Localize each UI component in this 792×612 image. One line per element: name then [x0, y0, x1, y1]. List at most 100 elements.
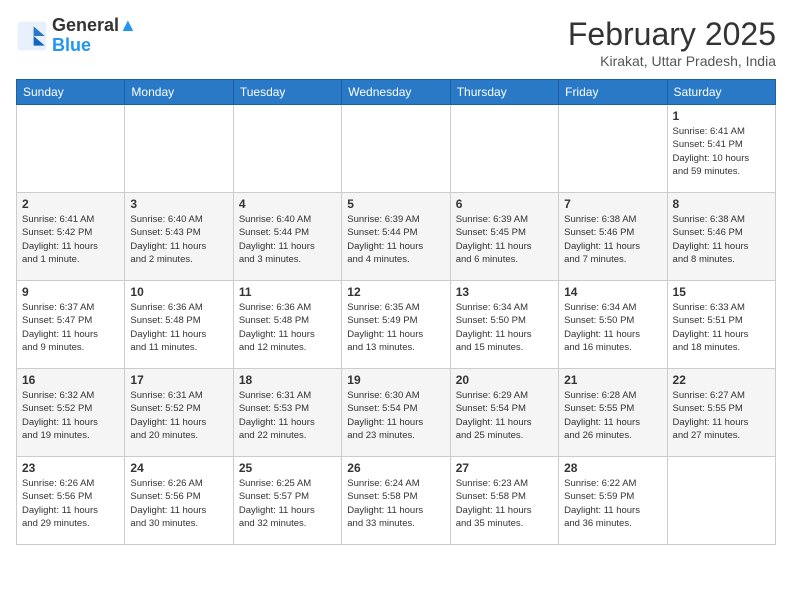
day-number: 5 [347, 197, 444, 211]
calendar-cell: 12Sunrise: 6:35 AMSunset: 5:49 PMDayligh… [342, 281, 450, 369]
day-info: Sunrise: 6:28 AMSunset: 5:55 PMDaylight:… [564, 389, 661, 442]
day-number: 2 [22, 197, 119, 211]
day-number: 21 [564, 373, 661, 387]
day-number: 23 [22, 461, 119, 475]
day-number: 8 [673, 197, 770, 211]
day-info: Sunrise: 6:36 AMSunset: 5:48 PMDaylight:… [239, 301, 336, 354]
day-number: 12 [347, 285, 444, 299]
day-info: Sunrise: 6:39 AMSunset: 5:45 PMDaylight:… [456, 213, 553, 266]
day-number: 11 [239, 285, 336, 299]
day-info: Sunrise: 6:39 AMSunset: 5:44 PMDaylight:… [347, 213, 444, 266]
weekday-header-friday: Friday [559, 80, 667, 105]
day-number: 26 [347, 461, 444, 475]
day-info: Sunrise: 6:24 AMSunset: 5:58 PMDaylight:… [347, 477, 444, 530]
day-info: Sunrise: 6:30 AMSunset: 5:54 PMDaylight:… [347, 389, 444, 442]
calendar-table: SundayMondayTuesdayWednesdayThursdayFrid… [16, 79, 776, 545]
calendar-cell: 27 Sunrise: 6:23 AMSunset: 5:58 PMDayligh… [450, 457, 558, 545]
day-info: Sunrise: 6:31 AMSunset: 5:52 PMDaylight:… [130, 389, 227, 442]
calendar-cell: 20 Sunrise: 6:29 AMSunset: 5:54 PMDayligh… [450, 369, 558, 457]
day-info: Sunrise: 6:36 AMSunset: 5:48 PMDaylight:… [130, 301, 227, 354]
day-number: 27 [456, 461, 553, 475]
day-number: 24 [130, 461, 227, 475]
calendar-cell [450, 105, 558, 193]
calendar-cell: 3 Sunrise: 6:40 AMSunset: 5:43 PMDaylight… [125, 193, 233, 281]
calendar-week-1: 1 Sunrise: 6:41 AMSunset: 5:41 PMDaylight… [17, 105, 776, 193]
day-info: Sunrise: 6:33 AMSunset: 5:51 PMDaylight:… [673, 301, 770, 354]
page-header: General▲ Blue February 2025 Kirakat, Utt… [16, 16, 776, 69]
day-number: 6 [456, 197, 553, 211]
day-number: 19 [347, 373, 444, 387]
day-info: Sunrise: 6:29 AMSunset: 5:54 PMDaylight:… [456, 389, 553, 442]
day-number: 4 [239, 197, 336, 211]
day-number: 25 [239, 461, 336, 475]
calendar-cell [125, 105, 233, 193]
calendar-cell: 25 Sunrise: 6:25 AMSunset: 5:57 PMDayligh… [233, 457, 341, 545]
calendar-cell: 7 Sunrise: 6:38 AMSunset: 5:46 PMDaylight… [559, 193, 667, 281]
calendar-cell: 19 Sunrise: 6:30 AMSunset: 5:54 PMDayligh… [342, 369, 450, 457]
day-info: Sunrise: 6:41 AMSunset: 5:42 PMDaylight:… [22, 213, 119, 266]
day-info: Sunrise: 6:26 AMSunset: 5:56 PMDaylight:… [22, 477, 119, 530]
calendar-cell: 24 Sunrise: 6:26 AMSunset: 5:56 PMDayligh… [125, 457, 233, 545]
calendar-cell: 15 Sunrise: 6:33 AMSunset: 5:51 PMDayligh… [667, 281, 775, 369]
day-info: Sunrise: 6:32 AMSunset: 5:52 PMDaylight:… [22, 389, 119, 442]
calendar-cell: 14 Sunrise: 6:34 AMSunset: 5:50 PMDayligh… [559, 281, 667, 369]
calendar-cell [342, 105, 450, 193]
calendar-cell: 18Sunrise: 6:31 AMSunset: 5:53 PMDayligh… [233, 369, 341, 457]
day-info: Sunrise: 6:25 AMSunset: 5:57 PMDaylight:… [239, 477, 336, 530]
calendar-cell: 26 Sunrise: 6:24 AMSunset: 5:58 PMDayligh… [342, 457, 450, 545]
calendar-week-4: 16 Sunrise: 6:32 AMSunset: 5:52 PMDayligh… [17, 369, 776, 457]
day-info: Sunrise: 6:23 AMSunset: 5:58 PMDaylight:… [456, 477, 553, 530]
calendar-cell: 13 Sunrise: 6:34 AMSunset: 5:50 PMDayligh… [450, 281, 558, 369]
day-info: Sunrise: 6:31 AMSunset: 5:53 PMDaylight:… [239, 389, 336, 442]
day-info: Sunrise: 6:27 AMSunset: 5:55 PMDaylight:… [673, 389, 770, 442]
calendar-cell: 22 Sunrise: 6:27 AMSunset: 5:55 PMDayligh… [667, 369, 775, 457]
day-number: 3 [130, 197, 227, 211]
weekday-header-row: SundayMondayTuesdayWednesdayThursdayFrid… [17, 80, 776, 105]
day-number: 9 [22, 285, 119, 299]
calendar-cell: 28 Sunrise: 6:22 AMSunset: 5:59 PMDayligh… [559, 457, 667, 545]
day-number: 28 [564, 461, 661, 475]
logo: General▲ Blue [16, 16, 137, 56]
day-info: Sunrise: 6:37 AMSunset: 5:47 PMDaylight:… [22, 301, 119, 354]
day-number: 10 [130, 285, 227, 299]
day-number: 15 [673, 285, 770, 299]
calendar-cell: 10 Sunrise: 6:36 AMSunset: 5:48 PMDayligh… [125, 281, 233, 369]
calendar-cell: 5 Sunrise: 6:39 AMSunset: 5:44 PMDaylight… [342, 193, 450, 281]
location: Kirakat, Uttar Pradesh, India [568, 53, 776, 69]
day-number: 7 [564, 197, 661, 211]
logo-icon [16, 20, 48, 52]
month-title: February 2025 [568, 16, 776, 53]
calendar-week-5: 23 Sunrise: 6:26 AMSunset: 5:56 PMDayligh… [17, 457, 776, 545]
weekday-header-wednesday: Wednesday [342, 80, 450, 105]
day-info: Sunrise: 6:26 AMSunset: 5:56 PMDaylight:… [130, 477, 227, 530]
calendar-cell: 4 Sunrise: 6:40 AMSunset: 5:44 PMDaylight… [233, 193, 341, 281]
calendar-week-3: 9 Sunrise: 6:37 AMSunset: 5:47 PMDaylight… [17, 281, 776, 369]
day-info: Sunrise: 6:34 AMSunset: 5:50 PMDaylight:… [564, 301, 661, 354]
day-info: Sunrise: 6:22 AMSunset: 5:59 PMDaylight:… [564, 477, 661, 530]
day-number: 13 [456, 285, 553, 299]
calendar-cell: 9 Sunrise: 6:37 AMSunset: 5:47 PMDaylight… [17, 281, 125, 369]
calendar-cell: 8Sunrise: 6:38 AMSunset: 5:46 PMDaylight… [667, 193, 775, 281]
day-number: 16 [22, 373, 119, 387]
day-number: 1 [673, 109, 770, 123]
day-number: 14 [564, 285, 661, 299]
day-info: Sunrise: 6:41 AMSunset: 5:41 PMDaylight:… [673, 125, 770, 178]
calendar-cell [559, 105, 667, 193]
day-info: Sunrise: 6:38 AMSunset: 5:46 PMDaylight:… [564, 213, 661, 266]
calendar-cell: 23 Sunrise: 6:26 AMSunset: 5:56 PMDayligh… [17, 457, 125, 545]
day-info: Sunrise: 6:34 AMSunset: 5:50 PMDaylight:… [456, 301, 553, 354]
calendar-cell: 16 Sunrise: 6:32 AMSunset: 5:52 PMDayligh… [17, 369, 125, 457]
calendar-cell: 6 Sunrise: 6:39 AMSunset: 5:45 PMDaylight… [450, 193, 558, 281]
day-number: 22 [673, 373, 770, 387]
day-info: Sunrise: 6:40 AMSunset: 5:43 PMDaylight:… [130, 213, 227, 266]
day-info: Sunrise: 6:40 AMSunset: 5:44 PMDaylight:… [239, 213, 336, 266]
calendar-cell: 17 Sunrise: 6:31 AMSunset: 5:52 PMDayligh… [125, 369, 233, 457]
title-block: February 2025 Kirakat, Uttar Pradesh, In… [568, 16, 776, 69]
day-number: 20 [456, 373, 553, 387]
weekday-header-tuesday: Tuesday [233, 80, 341, 105]
weekday-header-saturday: Saturday [667, 80, 775, 105]
day-number: 17 [130, 373, 227, 387]
logo-text: General▲ Blue [52, 16, 137, 56]
weekday-header-thursday: Thursday [450, 80, 558, 105]
calendar-cell [667, 457, 775, 545]
